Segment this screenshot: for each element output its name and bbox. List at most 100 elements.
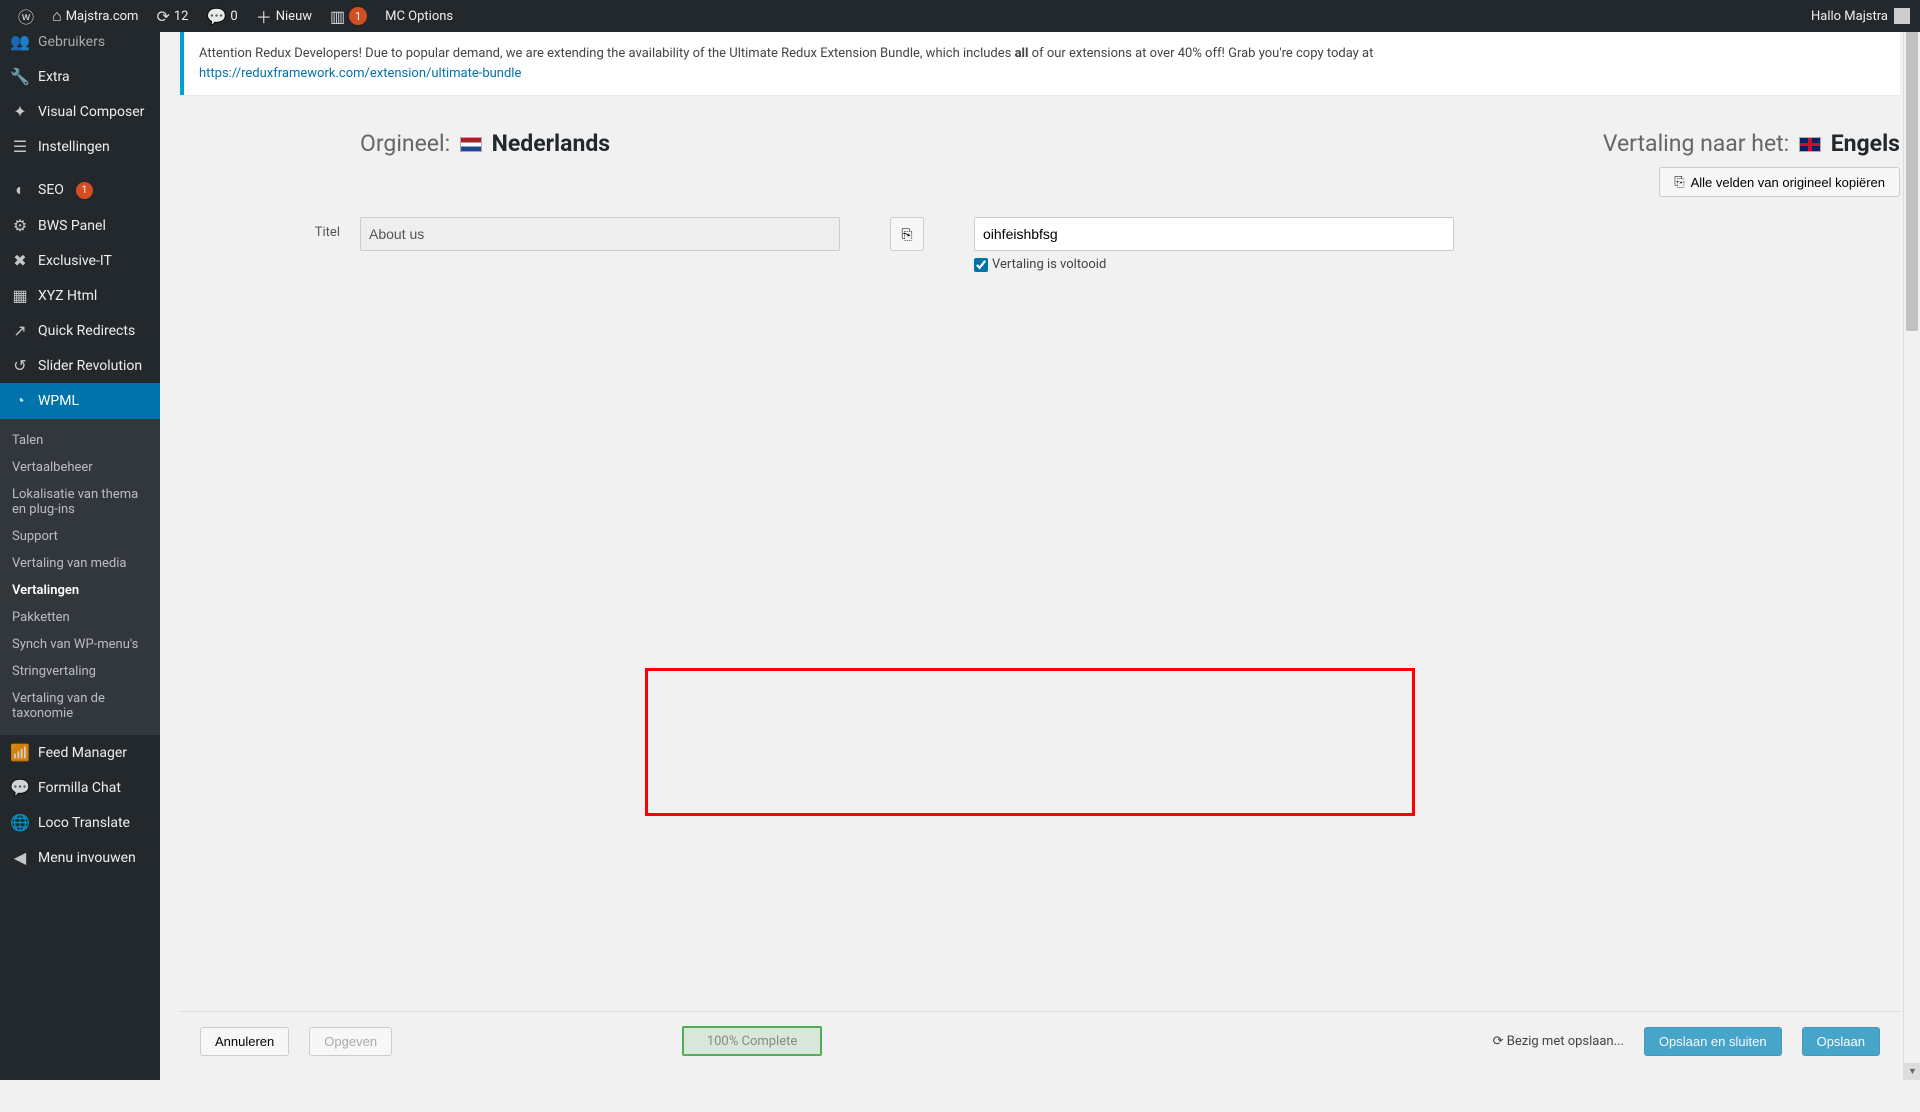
giveup-button[interactable]: Opgeven	[309, 1027, 392, 1056]
notice-text2: of our extensions at over 40% off! Grab …	[1028, 46, 1373, 61]
menu-label: Quick Redirects	[38, 323, 135, 339]
copy-icon: ⎘	[901, 226, 912, 243]
admin-menu: 👥 Gebruikers 🔧 Extra ✦Visual Composer ☰ Instel…	[0, 32, 160, 1080]
submenu-item-vertaling-van-de-taxonomie[interactable]: Vertaling van de taxonomie	[0, 685, 160, 727]
menu-label: Loco Translate	[38, 815, 130, 831]
menu-icon: ✖	[10, 251, 30, 270]
menu-item-seo[interactable]: ◐SEO1	[0, 172, 160, 208]
menu-icon: ↗	[10, 321, 30, 340]
menu-icon: ☰	[10, 137, 30, 156]
footer-bar: Annuleren Opgeven 100% Complete Bezig me…	[180, 1011, 1900, 1070]
updates-count: 12	[174, 9, 189, 24]
wp-logo[interactable]: ⓦ	[10, 0, 42, 32]
submenu-item-support[interactable]: Support	[0, 523, 160, 550]
original-heading: Orgineel: Nederlands	[360, 130, 610, 197]
menu-item-slider-revolution[interactable]: ↺ Slider Revolution	[0, 348, 160, 383]
mc-badge: 1	[349, 7, 367, 25]
mc-options[interactable]: MC Options	[377, 0, 461, 32]
menu-label: Slider Revolution	[38, 358, 142, 374]
menu-label: Formilla Chat	[38, 780, 121, 796]
menu-icon: 📶	[10, 743, 30, 762]
menu-icon: 👥	[10, 32, 30, 51]
vertical-scrollbar[interactable]: ▲ ▼	[1903, 0, 1920, 1080]
submenu-item-vertalingen[interactable]: Vertalingen	[0, 577, 160, 604]
notice-bold: all	[1015, 46, 1029, 61]
updates[interactable]: ⟳12	[148, 0, 196, 32]
submenu-item-talen[interactable]: Talen	[0, 427, 160, 454]
save-close-button[interactable]: Opslaan en sluiten	[1644, 1027, 1782, 1056]
menu-item-bws-panel[interactable]: ⚙ BWS Panel	[0, 208, 160, 243]
progress-indicator: 100% Complete	[682, 1026, 822, 1056]
menu-icon: ◔	[10, 391, 30, 411]
menu-label: Instellingen	[38, 139, 110, 155]
comments-count: 0	[230, 9, 237, 24]
menu-icon: ◐	[10, 180, 30, 200]
new-content[interactable]: ＋Nieuw	[248, 0, 320, 32]
new-label: Nieuw	[276, 9, 312, 24]
menu-item-wpml[interactable]: ◔WPML	[0, 383, 160, 419]
copy-field-button[interactable]: ⎘	[890, 217, 924, 251]
menu-icon: ↺	[10, 356, 30, 375]
save-button[interactable]: Opslaan	[1802, 1027, 1880, 1056]
menu-label: Extra	[38, 69, 70, 85]
menu-label: Gebruikers	[38, 34, 105, 50]
home-icon: ⌂	[52, 6, 62, 26]
comments[interactable]: 💬0	[198, 0, 245, 32]
submenu-item-lokalisatie-van-thema-en-plug-ins[interactable]: Lokalisatie van thema en plug-ins	[0, 481, 160, 523]
translation-header: Orgineel: Nederlands Vertaling naar het:…	[180, 110, 1900, 207]
menu-item-quick-redirects[interactable]: ↗ Quick Redirects	[0, 313, 160, 348]
submenu-item-stringvertaling[interactable]: Stringvertaling	[0, 658, 160, 685]
menu-icon: 💬	[10, 778, 30, 797]
menu-label: Exclusive-IT	[38, 253, 112, 269]
menu-label: Menu invouwen	[38, 850, 136, 866]
notice-link[interactable]: https://reduxframework.com/extension/ult…	[199, 66, 521, 81]
menu-item-xyz-html[interactable]: ▦ XYZ Html	[0, 278, 160, 313]
menu-item-loco-translate[interactable]: 🌐 Loco Translate	[0, 805, 160, 840]
mc-notify[interactable]: ▥1	[322, 0, 375, 32]
original-label: Orgineel:	[360, 130, 450, 157]
title-field-row: Titel ⎘ Vertaling is voltooid	[180, 207, 1900, 282]
menu-icon: ✦	[10, 102, 30, 121]
translation-complete-checkbox[interactable]	[974, 258, 988, 272]
saving-status: Bezig met opslaan...	[1493, 1034, 1624, 1049]
menu-item-menu-invouwen[interactable]: ◀ Menu invouwen	[0, 840, 160, 875]
menu-icon: 🔧	[10, 67, 30, 86]
menu-badge: 1	[76, 182, 93, 199]
copy-icon: ⎘	[1674, 174, 1684, 190]
copy-all-label: Alle velden van origineel kopiëren	[1691, 175, 1885, 190]
submenu-item-vertaling-van-media[interactable]: Vertaling van media	[0, 550, 160, 577]
mc-options-label: MC Options	[385, 9, 453, 24]
menu-label: BWS Panel	[38, 218, 106, 234]
menu-item-extra[interactable]: 🔧 Extra	[0, 59, 160, 94]
menu-item-formilla-chat[interactable]: 💬 Formilla Chat	[0, 770, 160, 805]
menu-icon: 🌐	[10, 813, 30, 832]
greeting[interactable]: Hallo Majstra	[1811, 9, 1888, 24]
menu-item-visual-composer[interactable]: ✦Visual Composer	[0, 94, 160, 129]
avatar[interactable]	[1894, 8, 1910, 24]
content-area: Attention Redux Developers! Due to popul…	[160, 32, 1920, 1080]
copy-all-button[interactable]: ⎘ Alle velden van origineel kopiëren	[1659, 167, 1900, 197]
menu-icon: ⚙	[10, 216, 30, 235]
notice-text: Attention Redux Developers! Due to popul…	[199, 46, 1015, 61]
site-name-label: Majstra.com	[66, 9, 139, 24]
menu-label: XYZ Html	[38, 288, 97, 304]
menu-item-gebruikers[interactable]: 👥 Gebruikers	[0, 32, 160, 59]
comment-icon: 💬	[206, 7, 226, 26]
menu-icon: ▦	[10, 286, 30, 305]
menu-icon: ◀	[10, 848, 30, 867]
title-translation-input[interactable]	[974, 217, 1454, 251]
site-name[interactable]: ⌂ Majstra.com	[44, 0, 146, 32]
cancel-button[interactable]: Annuleren	[200, 1027, 289, 1056]
flag-nl-icon	[460, 137, 482, 152]
scroll-down-arrow[interactable]: ▼	[1904, 1063, 1920, 1080]
submenu-item-vertaalbeheer[interactable]: Vertaalbeheer	[0, 454, 160, 481]
menu-item-exclusive-it[interactable]: ✖ Exclusive-IT	[0, 243, 160, 278]
title-label: Titel	[180, 217, 340, 240]
menu-item-instellingen[interactable]: ☰ Instellingen	[0, 129, 160, 164]
menu-item-feed-manager[interactable]: 📶Feed Manager	[0, 735, 160, 770]
submenu-item-pakketten[interactable]: Pakketten	[0, 604, 160, 631]
target-label: Vertaling naar het:	[1603, 130, 1789, 157]
target-lang: Engels	[1831, 130, 1900, 157]
scroll-thumb[interactable]	[1906, 17, 1918, 331]
submenu-item-synch-van-wp-menu-s[interactable]: Synch van WP-menu's	[0, 631, 160, 658]
